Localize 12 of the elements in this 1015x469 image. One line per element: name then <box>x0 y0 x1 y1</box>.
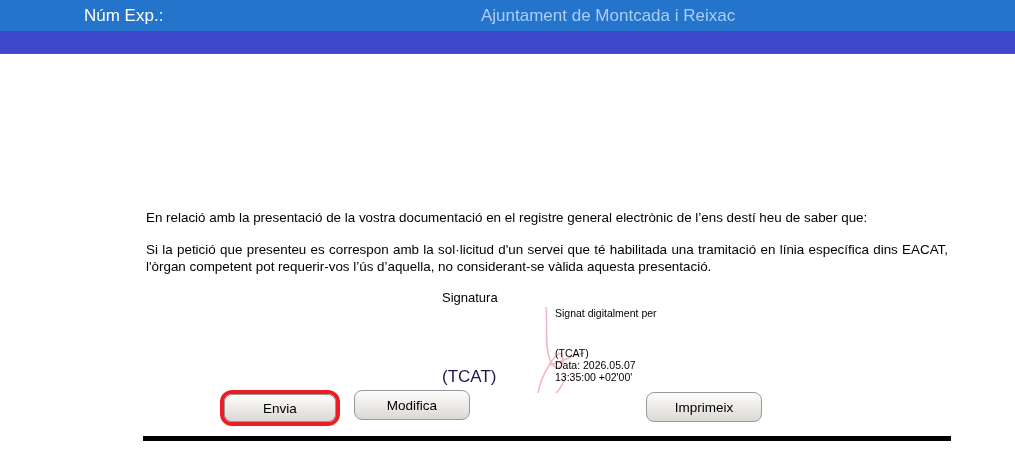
notice-paragraph: Si la petició que presenteu es correspon amb la sol·licitud d'un servei que té habilitada una tramitació en línia específica dins EACAT, l'òrgan competent pot requerir-vos l’ús d’aquella, no considerant-se vàlida aquesta presentació. <box>146 241 948 275</box>
file-number-label: Núm Exp.: <box>84 5 165 26</box>
digital-signature-heading: Signat digitalment per <box>555 307 657 319</box>
signature-detail: (TCAT) <box>555 347 590 359</box>
signature-label: Signatura <box>442 290 498 305</box>
form-button[interactable]: Imprimeix <box>646 392 762 422</box>
signature-detail: 13:35:00 +02'00' <box>555 371 634 383</box>
form-button[interactable]: Modifica <box>354 390 470 420</box>
notice-paragraph: En relació amb la presentació de la vostra documentació en el registre general electrònic de l’ens destí heu de saber que: <box>146 209 869 226</box>
signer-name: (TCAT) <box>442 367 497 387</box>
organization-title: Ajuntament de Montcada i Reixac <box>481 5 736 26</box>
signature-detail: Data: 2026.05.07 <box>555 359 637 371</box>
